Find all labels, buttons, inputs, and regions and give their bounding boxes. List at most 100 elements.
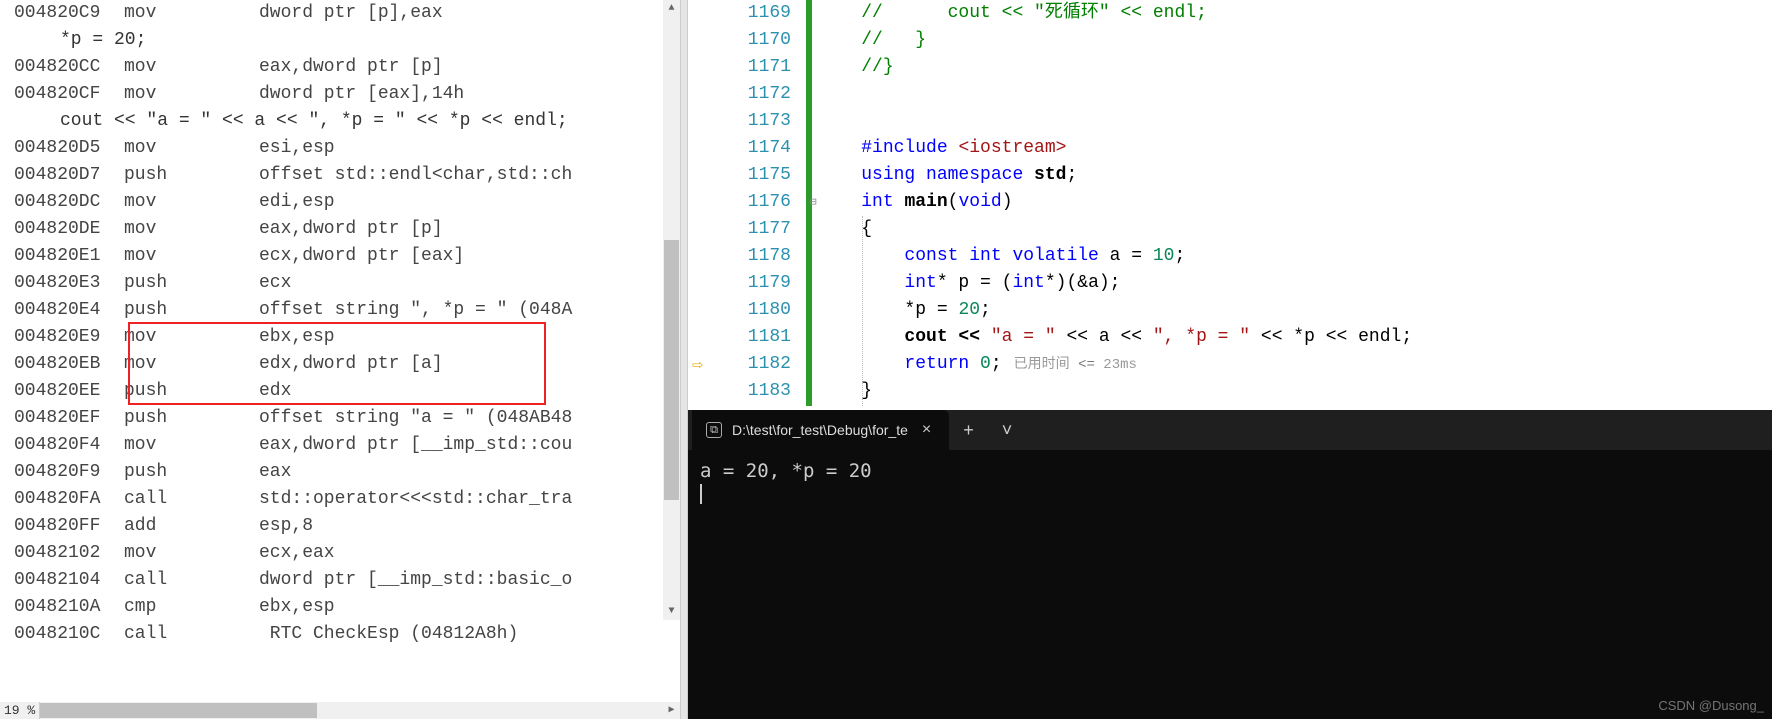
disasm-row[interactable]: 004820EEpushedx [0,378,680,405]
line-number: 1169 [688,0,803,27]
disasm-address: 004820E9 [14,324,124,351]
terminal-icon: ⧉ [706,422,722,438]
code-token: 0 [980,354,991,374]
scroll-thumb-h[interactable] [17,703,317,718]
disasm-mnemonic: mov [124,216,259,243]
disasm-mnemonic: push [124,378,259,405]
disasm-row[interactable]: 004820DCmovedi,esp [0,189,680,216]
code-token: void [958,192,1001,212]
terminal-output-area[interactable]: a = 20, *p = 20 [688,450,1772,514]
line-number: 1170 [688,27,803,54]
zoom-level-label[interactable]: 19 % [0,702,40,719]
disasm-row[interactable]: 004820F4moveax,dword ptr [__imp_std::cou [0,432,680,459]
disasm-operands: eax,dword ptr [__imp_std::cou [259,432,680,459]
code-line[interactable]: int* p = (int*)(&a); [818,270,1768,297]
disasm-address: 004820F9 [14,459,124,486]
code-line[interactable]: const int volatile a = 10; [818,243,1768,270]
scroll-right-arrow[interactable]: ▶ [663,702,680,719]
code-token: "a = " [991,327,1056,347]
code-line[interactable]: // } [818,27,1768,54]
line-number-gutter: 1169117011711172117311741175117611771178… [688,0,803,410]
disasm-row[interactable]: 00482102movecx,eax [0,540,680,567]
new-tab-button[interactable]: + [949,420,988,441]
code-token: { [861,219,872,239]
disasm-row[interactable]: 004820E3pushecx [0,270,680,297]
disasm-operands: std::operator<<<std::char_tra [259,486,680,513]
disasm-row[interactable]: 004820FAcallstd::operator<<<std::char_tr… [0,486,680,513]
line-number: 1174 [688,135,803,162]
disasm-row[interactable]: 004820C9movdword ptr [p],eax [0,0,680,27]
line-number: 1175 [688,162,803,189]
code-token: int [1012,273,1044,293]
code-token: using namespace [861,165,1034,185]
source-pane: ⇨ 11691170117111721173117411751176117711… [688,0,1772,719]
disasm-operands: offset string "a = " (048AB48 [259,405,680,432]
code-line[interactable]: using namespace std; [818,162,1768,189]
vertical-scrollbar[interactable]: ▲ ▼ [663,0,680,620]
disasm-row[interactable]: 004820D5movesi,esp [0,135,680,162]
disasm-row[interactable]: 004820FFaddesp,8 [0,513,680,540]
disasm-address: 004820E3 [14,270,124,297]
disasm-mnemonic: mov [124,540,259,567]
code-editor-area[interactable]: // cout << "死循环" << endl; // } //} #incl… [818,0,1768,410]
fold-toggle-icon[interactable]: ⊟ [810,195,817,209]
disasm-mnemonic: mov [124,0,259,27]
code-line[interactable] [818,108,1768,135]
code-line[interactable]: // cout << "死循环" << endl; [818,0,1768,27]
code-token: // cout << "死循环" << endl; [861,3,1207,23]
watermark-text: CSDN @Dusong_ [1658,698,1764,713]
disasm-row[interactable]: 004820E4pushoffset string ", *p = " (048… [0,297,680,324]
line-number: 1181 [688,324,803,351]
disassembly-pane[interactable]: 004820C9movdword ptr [p],eax*p = 20;0048… [0,0,680,719]
scroll-up-arrow[interactable]: ▲ [663,0,680,17]
disasm-row[interactable]: 004820DEmoveax,dword ptr [p] [0,216,680,243]
disasm-operands: RTC CheckEsp (04812A8h) [259,621,680,648]
disasm-address: 004820D7 [14,162,124,189]
code-token: const int volatile [904,246,1109,266]
disasm-mnemonic: call [124,621,259,648]
horizontal-scrollbar[interactable]: ◀ ▶ [0,702,680,719]
tab-dropdown-button[interactable]: ˅ [988,420,1027,441]
disasm-row[interactable]: 004820F9pusheax [0,459,680,486]
terminal-tab[interactable]: ⧉ D:\test\for_test\Debug\for_te × [692,410,949,450]
disasm-operands: edx [259,378,680,405]
scroll-down-arrow[interactable]: ▼ [663,603,680,620]
disasm-mnemonic: mov [124,432,259,459]
disasm-operands: eax,dword ptr [p] [259,216,680,243]
disasm-row[interactable]: 004820EBmovedx,dword ptr [a] [0,351,680,378]
disasm-row[interactable]: 00482104calldword ptr [__imp_std::basic_… [0,567,680,594]
disasm-operands: ebx,esp [259,594,680,621]
disasm-row[interactable]: 004820CCmoveax,dword ptr [p] [0,54,680,81]
code-line[interactable]: return 0;已用时间 <= 23ms [818,351,1768,378]
disasm-row[interactable]: 004820E9movebx,esp [0,324,680,351]
disasm-address: 004820EF [14,405,124,432]
close-tab-button[interactable]: × [918,421,935,439]
disasm-operands: dword ptr [__imp_std::basic_o [259,567,680,594]
disasm-mnemonic: mov [124,189,259,216]
code-line[interactable]: { [818,216,1768,243]
terminal-titlebar[interactable]: ⧉ D:\test\for_test\Debug\for_te × + ˅ [688,410,1772,450]
code-line[interactable]: #include <iostream> [818,135,1768,162]
code-token: << a << [1056,327,1153,347]
code-line[interactable]: *p = 20; [818,297,1768,324]
code-token: ; [980,300,991,320]
code-line[interactable]: //} [818,54,1768,81]
code-line[interactable]: cout << "a = " << a << ", *p = " << *p <… [818,324,1768,351]
code-token: a = [1110,246,1153,266]
code-line[interactable]: int main(void) [818,189,1768,216]
disasm-address: 004820FA [14,486,124,513]
scroll-thumb-v[interactable] [664,240,679,500]
disasm-row[interactable]: 0048210Ccall RTC CheckEsp (04812A8h) [0,621,680,648]
disasm-row[interactable]: 0048210Acmpebx,esp [0,594,680,621]
pane-divider[interactable] [680,0,688,719]
disasm-mnemonic: add [124,513,259,540]
code-token: ; [1066,165,1077,185]
disasm-row[interactable]: 004820EFpushoffset string "a = " (048AB4… [0,405,680,432]
disasm-row[interactable]: 004820D7pushoffset std::endl<char,std::c… [0,162,680,189]
code-token: ( [948,192,959,212]
disasm-row[interactable]: 004820E1movecx,dword ptr [eax] [0,243,680,270]
line-number: 1178 [688,243,803,270]
code-line[interactable]: } [818,378,1768,405]
code-line[interactable] [818,81,1768,108]
disasm-row[interactable]: 004820CFmovdword ptr [eax],14h [0,81,680,108]
